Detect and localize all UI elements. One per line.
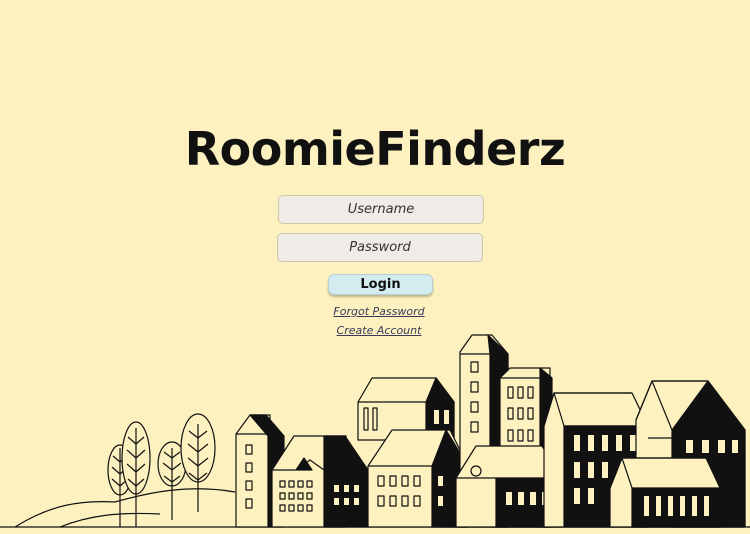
login-page: RoomieFinderz Login Forgot Password Crea… — [0, 0, 750, 534]
building-icon — [367, 429, 469, 528]
login-button[interactable]: Login — [328, 274, 433, 295]
city-skyline-illustration — [0, 334, 750, 528]
app-title: RoomieFinderz — [184, 122, 566, 176]
building-icon — [609, 457, 721, 528]
forgot-password-link[interactable]: Forgot Password — [0, 305, 750, 318]
password-input[interactable] — [277, 233, 483, 262]
tree-icon — [180, 413, 216, 512]
username-input[interactable] — [278, 195, 484, 224]
tree-icon — [121, 421, 151, 527]
building-icon — [271, 435, 369, 528]
